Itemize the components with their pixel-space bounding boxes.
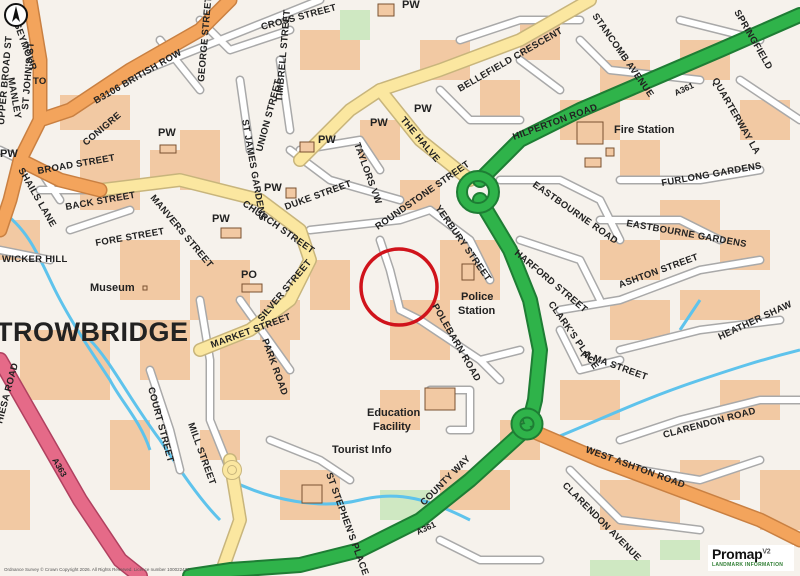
pw-label: PW [402, 0, 420, 11]
map-svg: TROWBRIDGE Fire Station Police Station M… [0, 0, 800, 576]
education-facility-label-line2: Facility [373, 421, 412, 433]
pw-label: PW [0, 148, 18, 160]
street-label: UNION STREET [254, 78, 284, 153]
tourist-info-label: Tourist Info [332, 444, 392, 456]
map-canvas[interactable]: TROWBRIDGE Fire Station Police Station M… [0, 0, 800, 576]
police-station-label-line1: Police [461, 291, 493, 303]
promap-logo: PromapV2 LANDMARK INFORMATION [708, 545, 794, 571]
pw-label: PW [264, 182, 282, 194]
road-shield-a361: A361 [673, 80, 696, 98]
fire-station-label: Fire Station [614, 124, 675, 136]
brand-tagline: LANDMARK INFORMATION [712, 562, 784, 568]
brand-name: PromapV2 [712, 546, 771, 562]
police-station-label-line2: Station [458, 305, 496, 317]
police-station-label: Police Station [458, 291, 496, 317]
town-label: TROWBRIDGE [0, 317, 188, 347]
museum-label: Museum [90, 282, 135, 294]
road-shield-b3106: B3106 BRITISH ROW [92, 47, 184, 106]
north-arrow-icon [4, 3, 28, 27]
pw-label: PW [158, 127, 176, 139]
education-facility-label-line1: Education [367, 407, 420, 419]
street-label: WICKER HILL [2, 254, 68, 265]
pw-label: PW [318, 134, 336, 146]
pw-label: PW [414, 103, 432, 115]
pw-label: PW [212, 213, 230, 225]
pw-label: PW [370, 117, 388, 129]
copyright-text: Ordnance Survey © Crown Copyright 2026. … [4, 567, 190, 572]
brand-version: V2 [762, 548, 771, 556]
street-label: TO [33, 76, 47, 87]
po-label: PO [241, 269, 257, 281]
street-label: THE HALVE [398, 115, 442, 165]
